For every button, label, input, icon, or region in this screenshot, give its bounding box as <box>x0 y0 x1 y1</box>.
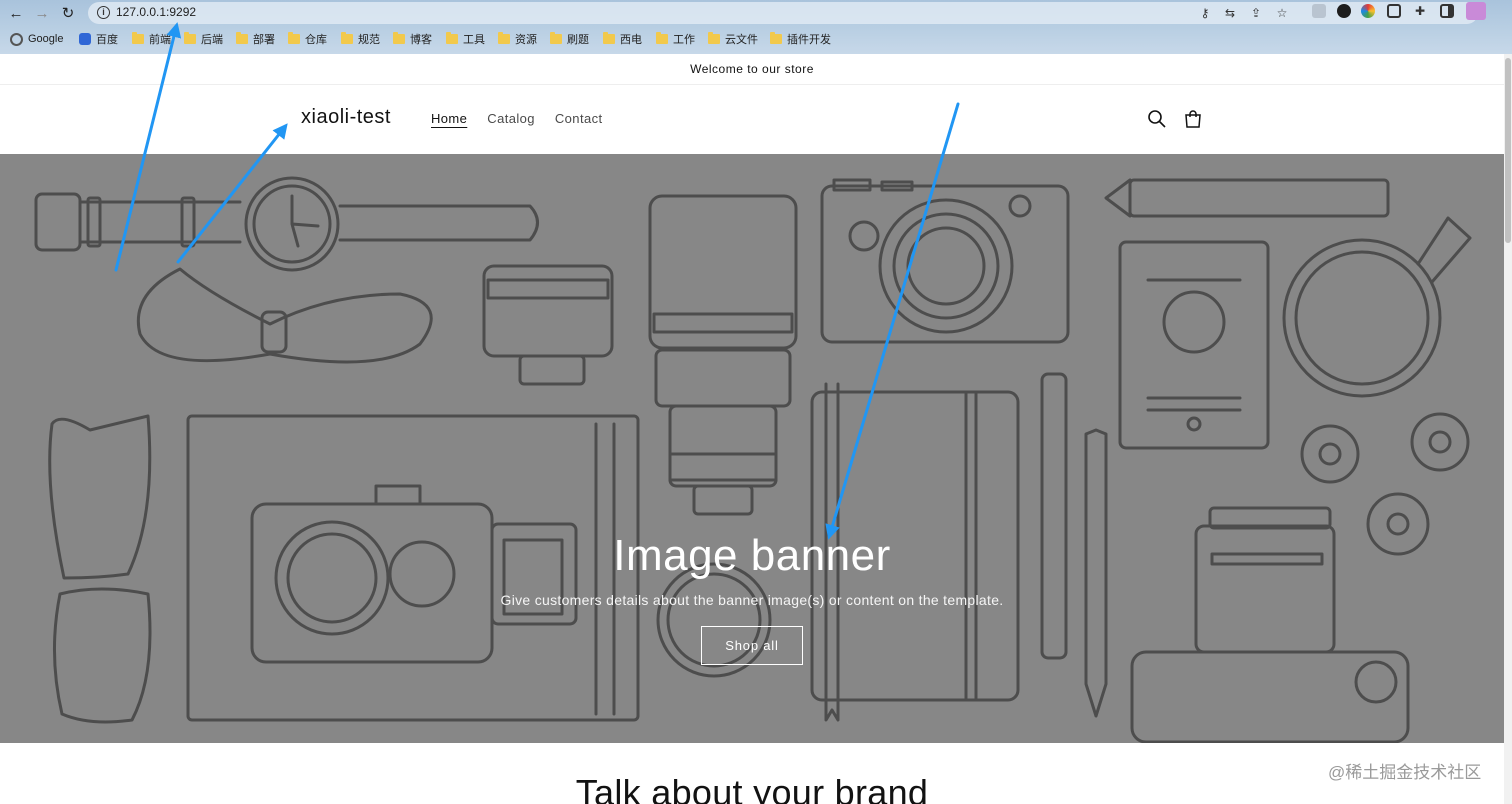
bookmark-folder[interactable]: 博客 <box>393 31 432 47</box>
folder-icon <box>770 32 782 44</box>
nav-catalog[interactable]: Catalog <box>487 111 535 126</box>
bookmarks-bar: Google 百度 前端 后端 部署 仓库 规范 博客 工具 资源 刷题 西电 … <box>0 28 1512 50</box>
banner-content: Image banner Give customers details abou… <box>0 530 1504 665</box>
folder-icon <box>603 32 615 44</box>
baidu-icon <box>79 33 91 45</box>
bookmark-folder[interactable]: 部署 <box>236 31 275 47</box>
bookmark-star-icon[interactable]: ☆ <box>1275 6 1289 20</box>
back-icon[interactable]: ← <box>6 3 26 23</box>
site-info-icon[interactable]: i <box>97 6 110 19</box>
folder-icon <box>550 32 562 44</box>
folder-icon <box>236 32 248 44</box>
store-page: Welcome to our store xiaoli-test Home Ca… <box>0 54 1504 804</box>
bookmark-folder[interactable]: 仓库 <box>288 31 327 47</box>
bookmark-folder[interactable]: 云文件 <box>708 31 758 47</box>
extension-color-icon[interactable] <box>1361 4 1375 18</box>
profile-avatar[interactable] <box>1466 2 1486 20</box>
watermark: @稀土掘金技术社区 <box>1328 763 1482 782</box>
shop-all-button[interactable]: Shop all <box>701 626 803 665</box>
folder-icon <box>393 32 405 44</box>
nav-home[interactable]: Home <box>431 111 467 126</box>
scrollbar-thumb[interactable] <box>1505 58 1511 243</box>
brand-heading: Talk about your brand <box>575 772 929 804</box>
banner-subtitle: Give customers details about the banner … <box>500 592 1004 608</box>
bookmark-folder[interactable]: 西电 <box>603 31 642 47</box>
folder-icon <box>446 32 458 44</box>
image-banner: Image banner Give customers details abou… <box>0 154 1504 743</box>
folder-icon <box>288 32 300 44</box>
address-bar[interactable]: i 127.0.0.1:9292 ⚷ ⇆ ⇪ ☆ <box>88 2 1478 24</box>
cart-icon[interactable] <box>1183 109 1203 129</box>
extension-capture-icon[interactable] <box>1387 4 1401 18</box>
extensions-puzzle-icon[interactable]: ✚ <box>1413 4 1427 18</box>
folder-icon <box>498 32 510 44</box>
banner-title: Image banner <box>613 531 891 580</box>
bookmark-folder[interactable]: 工具 <box>446 31 485 47</box>
bookmark-folder[interactable]: 规范 <box>341 31 380 47</box>
folder-icon <box>184 32 196 44</box>
nav-contact[interactable]: Contact <box>555 111 603 126</box>
bookmark-folder[interactable]: 插件开发 <box>770 31 831 47</box>
bookmark-folder[interactable]: 资源 <box>498 31 537 47</box>
bookmark-folder[interactable]: 刷题 <box>550 31 589 47</box>
main-nav: Home Catalog Contact <box>431 111 603 126</box>
extension-dark-icon[interactable] <box>1337 4 1351 18</box>
google-icon <box>10 32 23 46</box>
reload-icon[interactable]: ↻ <box>58 3 78 23</box>
store-header: xiaoli-test Home Catalog Contact <box>0 85 1504 155</box>
announcement-bar: Welcome to our store <box>0 54 1504 85</box>
browser-chrome: ← → ↻ i 127.0.0.1:9292 ⚷ ⇆ ⇪ ☆ ✚ Google … <box>0 0 1512 54</box>
bookmark-folder[interactable]: 后端 <box>184 31 223 47</box>
bookmark-google[interactable]: Google <box>10 31 63 47</box>
forward-icon[interactable]: → <box>32 3 52 23</box>
store-logo[interactable]: xiaoli-test <box>301 106 391 129</box>
key-icon[interactable]: ⚷ <box>1198 6 1212 20</box>
translate-icon[interactable]: ⇆ <box>1223 6 1237 20</box>
extension-v-icon[interactable] <box>1312 4 1326 18</box>
folder-icon <box>656 32 668 44</box>
search-icon[interactable] <box>1147 109 1167 129</box>
bookmark-folder[interactable]: 前端 <box>132 31 171 47</box>
share-icon[interactable]: ⇪ <box>1249 6 1263 20</box>
folder-icon <box>132 32 144 44</box>
bookmark-folder[interactable]: 工作 <box>656 31 695 47</box>
browser-toolbar: ← → ↻ i 127.0.0.1:9292 ⚷ ⇆ ⇪ ☆ ✚ <box>0 0 1512 26</box>
folder-icon <box>708 32 720 44</box>
bookmark-baidu[interactable]: 百度 <box>79 31 118 47</box>
side-panel-icon[interactable] <box>1440 4 1454 18</box>
folder-icon <box>341 32 353 44</box>
page-scrollbar[interactable] <box>1504 54 1512 804</box>
address-url: 127.0.0.1:9292 <box>116 5 197 19</box>
